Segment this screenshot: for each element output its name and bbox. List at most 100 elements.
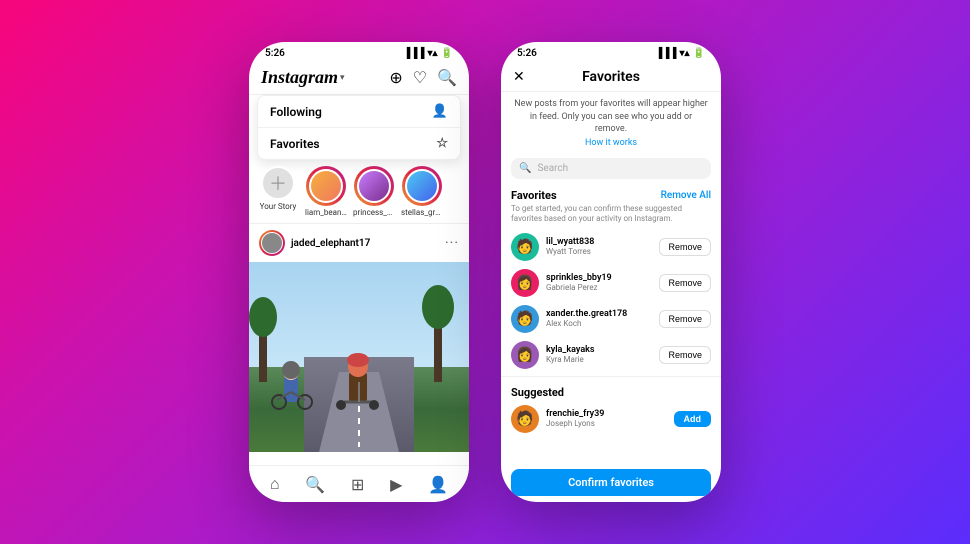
story-item-3[interactable]: stellas_gr0... xyxy=(401,166,443,217)
story-label-3: stellas_gr0... xyxy=(401,208,443,217)
suggested-section-title: Suggested xyxy=(511,386,564,399)
remove-button-2[interactable]: Remove xyxy=(659,274,711,292)
favorites-hint: To get started, you can confirm these su… xyxy=(501,204,721,229)
your-story-avatar: ＋ xyxy=(261,166,295,200)
remove-all-button[interactable]: Remove All xyxy=(661,190,711,201)
close-button[interactable]: ✕ xyxy=(513,69,525,85)
nav-home-icon[interactable]: ⌂ xyxy=(270,474,280,494)
table-row: 🧑 lil_wyatt838 Wyatt Torres Remove xyxy=(501,229,721,265)
header-action-icons: ⊕ ♡ 🔍 xyxy=(389,68,457,87)
feed-header: Instagram ▾ ⊕ ♡ 🔍 xyxy=(249,63,469,95)
bottom-nav: ⌂ 🔍 ⊞ ▶ 👤 xyxy=(249,465,469,502)
favorites-section-title: Favorites xyxy=(511,189,557,202)
confirm-btn-row: Confirm favorites xyxy=(501,463,721,502)
status-time-2: 5:26 xyxy=(517,48,537,59)
story-avatar-2 xyxy=(357,169,391,203)
nav-reels-icon[interactable]: ▶ xyxy=(390,475,402,494)
table-row: 🧑 xander.the.great178 Alex Koch Remove xyxy=(501,301,721,337)
favorites-title: Favorites xyxy=(582,69,640,85)
user-info-3: xander.the.great178 Alex Koch xyxy=(546,309,652,328)
stories-row: ＋ Your Story liam_bean... princess_p... xyxy=(249,160,469,224)
avatar-xander: 🧑 xyxy=(511,305,539,333)
story-item-your[interactable]: ＋ Your Story xyxy=(257,166,299,217)
instagram-logo: Instagram xyxy=(261,67,338,88)
post-username: jaded_elephant17 xyxy=(291,238,370,249)
feed-dropdown-menu: Following 👤 Favorites ☆ xyxy=(257,95,461,160)
suggested-section-header: Suggested xyxy=(501,380,721,401)
wifi-icon: ▾▴ xyxy=(428,48,438,59)
remove-button-4[interactable]: Remove xyxy=(659,346,711,364)
scene-svg xyxy=(249,262,469,452)
story-item-1[interactable]: liam_bean... xyxy=(305,166,347,217)
user-info-4: kyla_kayaks Kyra Marie xyxy=(546,345,652,364)
heart-icon[interactable]: ♡ xyxy=(413,68,427,87)
search-placeholder-text: Search xyxy=(537,163,568,174)
avatar-frenchie: 🧑 xyxy=(511,405,539,433)
phone-favorites: 5:26 ▐▐▐ ▾▴ 🔋 ✕ Favorites New posts from… xyxy=(501,42,721,502)
user-handle-5: frenchie_fry39 xyxy=(546,409,667,419)
post-more-button[interactable]: ··· xyxy=(445,235,459,251)
status-time-1: 5:26 xyxy=(265,48,285,59)
signal-icon-2: ▐▐▐ xyxy=(655,48,676,59)
post-header: jaded_elephant17 ··· xyxy=(249,224,469,262)
user-name-4: Kyra Marie xyxy=(546,355,652,364)
nav-profile-icon[interactable]: 👤 xyxy=(428,475,448,494)
favorites-label: Favorites xyxy=(270,137,320,151)
avatar-kyla: 👩 xyxy=(511,341,539,369)
user-name-1: Wyatt Torres xyxy=(546,247,652,256)
avatar-lil-wyatt: 🧑 xyxy=(511,233,539,261)
battery-icon: 🔋 xyxy=(441,48,453,59)
post-image xyxy=(249,262,469,452)
status-icons-1: ▐▐▐ ▾▴ 🔋 xyxy=(403,48,453,59)
battery-icon-2: 🔋 xyxy=(693,48,705,59)
star-icon: ☆ xyxy=(436,136,448,151)
search-icon-favorites: 🔍 xyxy=(519,163,531,174)
chevron-down-icon: ▾ xyxy=(340,73,345,83)
following-icon: 👤 xyxy=(432,104,448,119)
story-ring-1 xyxy=(306,166,346,206)
how-it-works-link[interactable]: How it works xyxy=(501,138,721,154)
your-story-label: Your Story xyxy=(257,202,299,211)
user-name-2: Gabriela Perez xyxy=(546,283,652,292)
user-handle-3: xander.the.great178 xyxy=(546,309,652,319)
section-divider xyxy=(501,376,721,377)
wifi-icon-2: ▾▴ xyxy=(680,48,690,59)
post-user-info[interactable]: jaded_elephant17 xyxy=(259,230,370,256)
search-bar[interactable]: 🔍 Search xyxy=(511,158,711,179)
logo-area[interactable]: Instagram ▾ xyxy=(261,67,345,88)
story-ring-2 xyxy=(354,166,394,206)
nav-add-icon[interactable]: ⊞ xyxy=(351,475,364,494)
user-handle-2: sprinkles_bby19 xyxy=(546,273,652,283)
following-menu-item[interactable]: Following 👤 xyxy=(258,96,460,128)
favorites-header: ✕ Favorites xyxy=(501,63,721,92)
user-handle-4: kyla_kayaks xyxy=(546,345,652,355)
favorites-section-header: Favorites Remove All xyxy=(501,183,721,204)
phone-feed: 5:26 ▐▐▐ ▾▴ 🔋 Instagram ▾ ⊕ ♡ 🔍 Followin… xyxy=(249,42,469,502)
remove-button-1[interactable]: Remove xyxy=(659,238,711,256)
post-avatar xyxy=(261,232,283,254)
confirm-favorites-button[interactable]: Confirm favorites xyxy=(511,469,711,496)
user-info-5: frenchie_fry39 Joseph Lyons xyxy=(546,409,667,428)
add-button-1[interactable]: Add xyxy=(674,411,712,427)
table-row: 👩 sprinkles_bby19 Gabriela Perez Remove xyxy=(501,265,721,301)
add-post-icon[interactable]: ⊕ xyxy=(389,68,402,87)
status-bar-1: 5:26 ▐▐▐ ▾▴ 🔋 xyxy=(249,42,469,63)
following-label: Following xyxy=(270,105,322,119)
story-label-2: princess_p... xyxy=(353,208,395,217)
user-info-2: sprinkles_bby19 Gabriela Perez xyxy=(546,273,652,292)
table-row: 👩 kyla_kayaks Kyra Marie Remove xyxy=(501,337,721,373)
search-icon[interactable]: 🔍 xyxy=(437,68,457,87)
signal-icon: ▐▐▐ xyxy=(403,48,424,59)
post-avatar-ring xyxy=(259,230,285,256)
story-label-1: liam_bean... xyxy=(305,208,347,217)
status-icons-2: ▐▐▐ ▾▴ 🔋 xyxy=(655,48,705,59)
status-bar-2: 5:26 ▐▐▐ ▾▴ 🔋 xyxy=(501,42,721,63)
avatar-sprinkles: 👩 xyxy=(511,269,539,297)
user-name-3: Alex Koch xyxy=(546,319,652,328)
nav-search-icon[interactable]: 🔍 xyxy=(305,475,325,494)
story-item-2[interactable]: princess_p... xyxy=(353,166,395,217)
favorites-menu-item[interactable]: Favorites ☆ xyxy=(258,128,460,159)
remove-button-3[interactable]: Remove xyxy=(659,310,711,328)
user-handle-1: lil_wyatt838 xyxy=(546,237,652,247)
story-avatar-1 xyxy=(309,169,343,203)
